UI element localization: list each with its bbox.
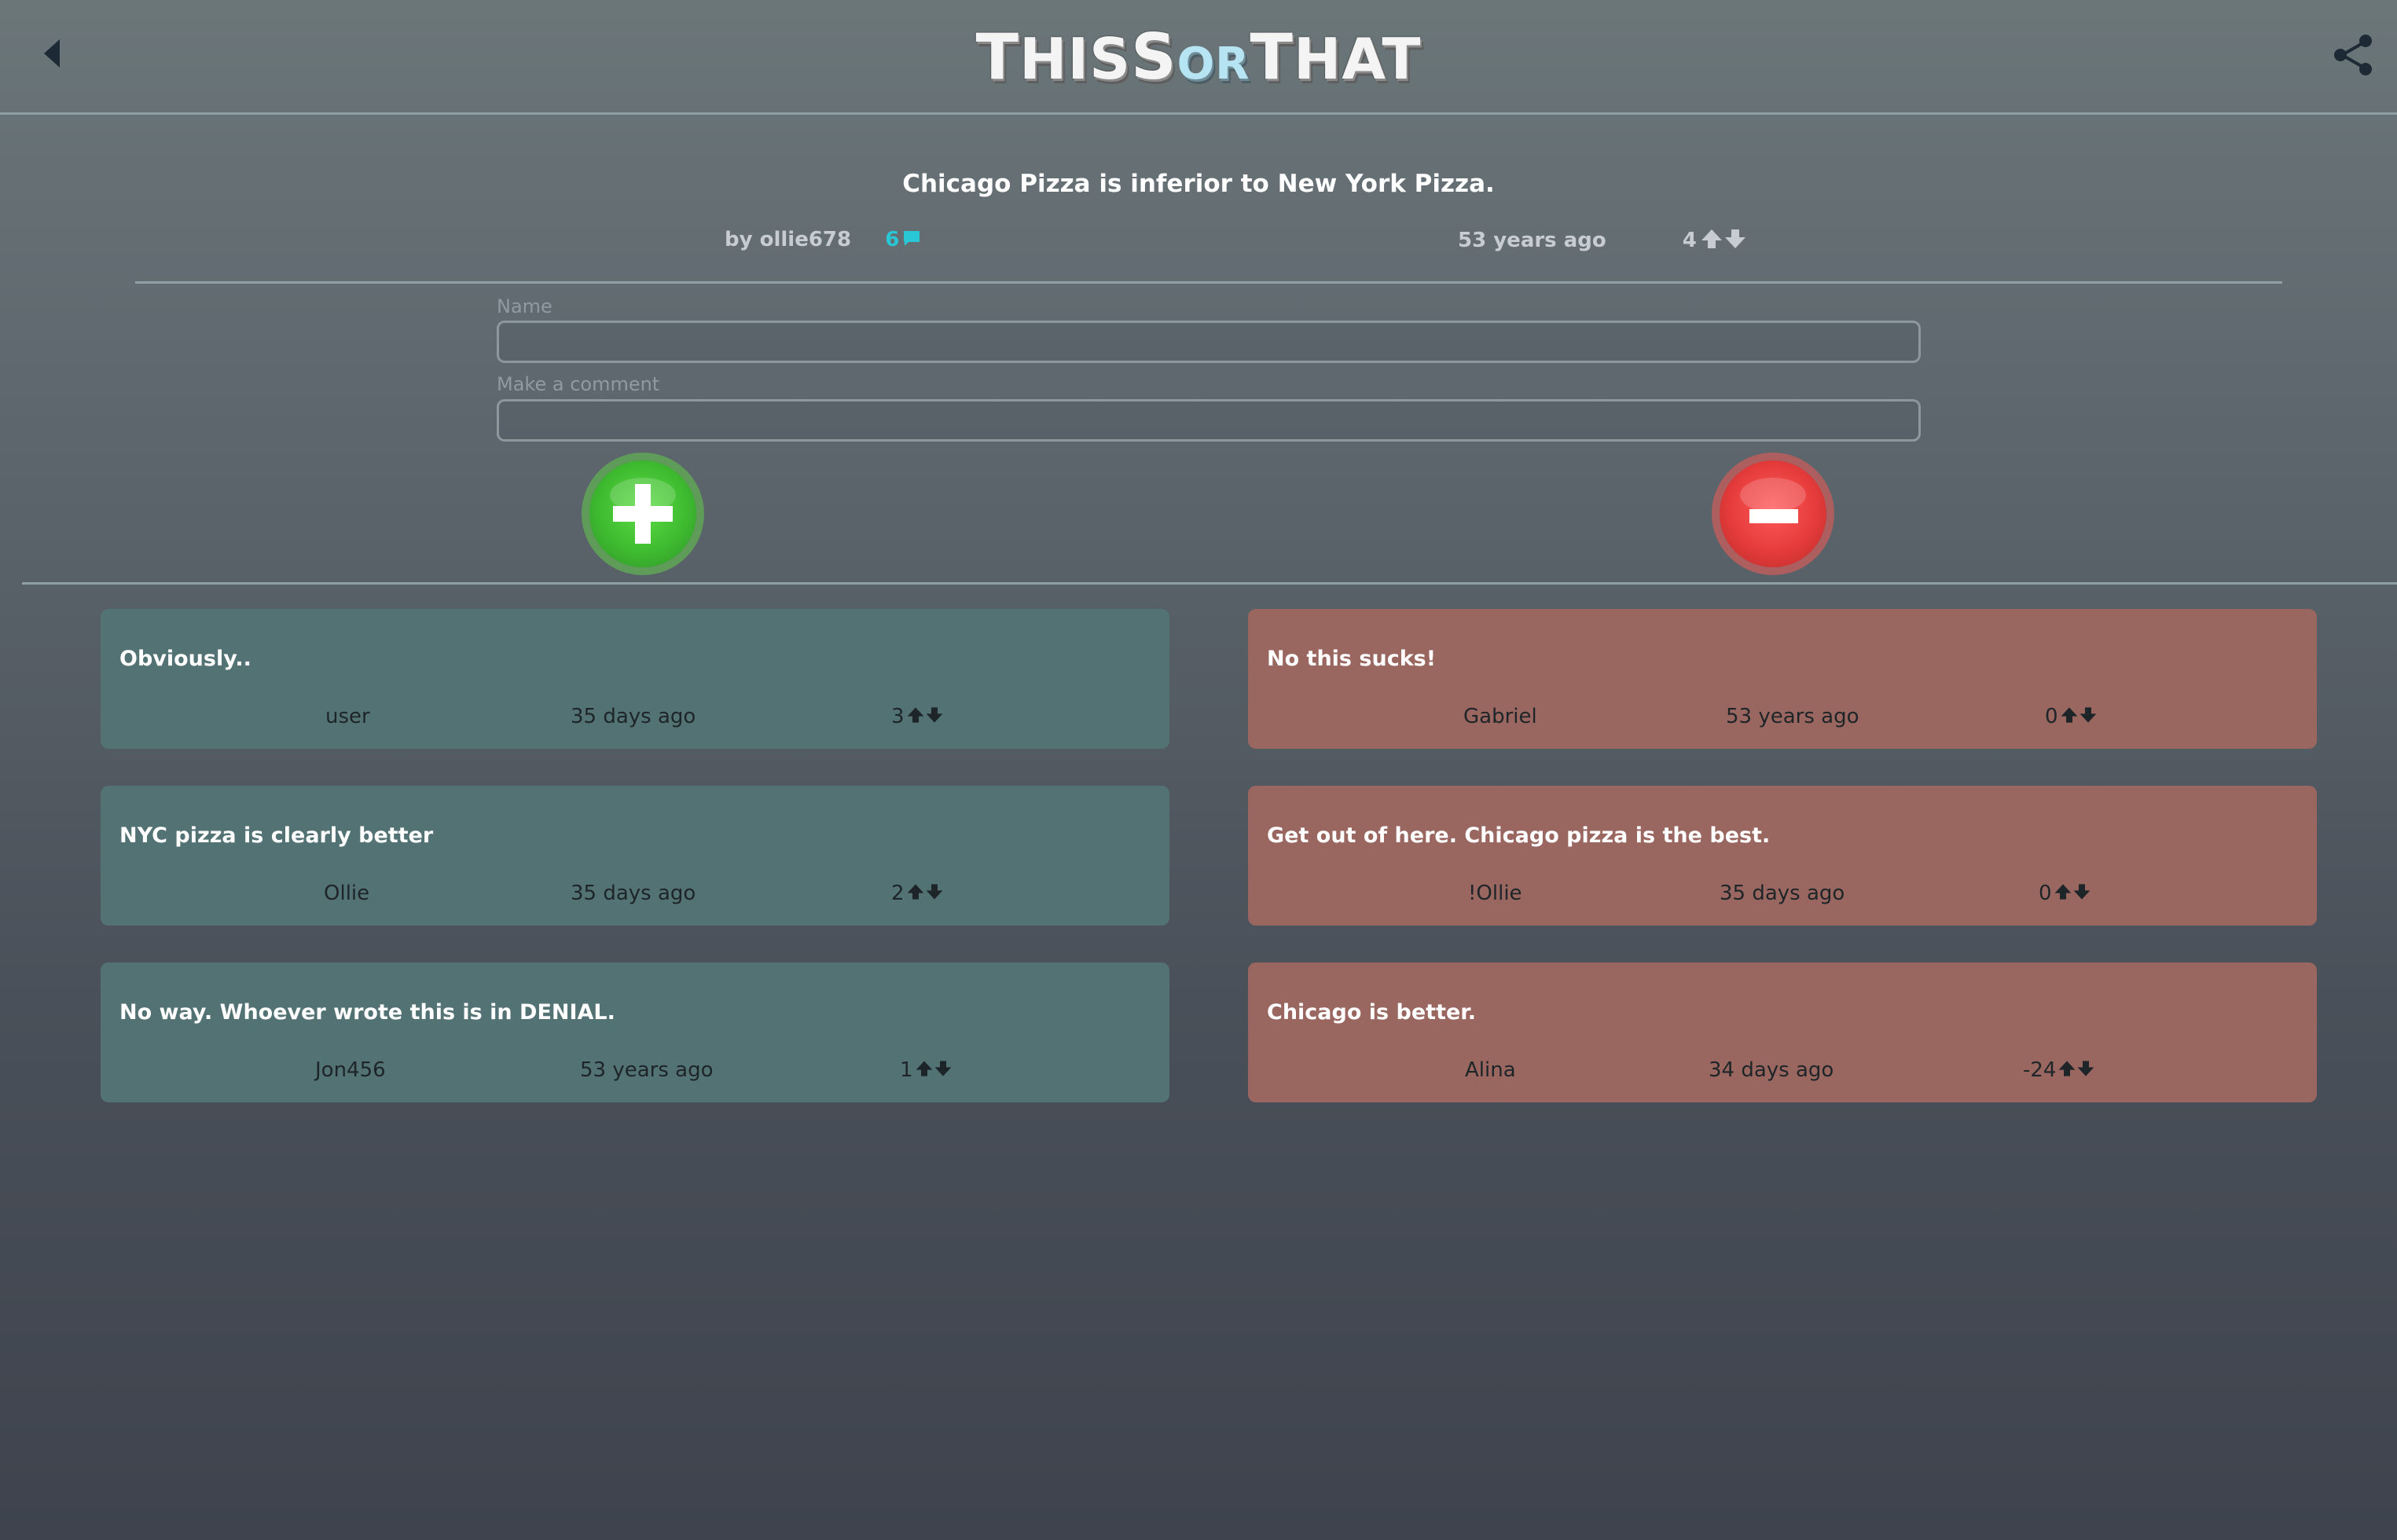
name-label: Name: [497, 295, 552, 317]
comment-votes: 3: [891, 705, 944, 730]
divider: [135, 281, 2282, 284]
agree-button[interactable]: [589, 460, 696, 567]
comment-score: 1: [900, 1058, 913, 1082]
comment-score: 0: [2039, 882, 2052, 905]
con-comment-card: Get out of here. Chicago pizza is the be…: [1248, 786, 2317, 926]
comment-time: 53 years ago: [1726, 705, 1859, 728]
con-comment-card: Chicago is better. Alina 34 days ago -24: [1248, 962, 2317, 1102]
con-comment-card: No this sucks! Gabriel 53 years ago 0: [1248, 609, 2317, 749]
post-meta-right: 53 years ago 4: [1458, 228, 1747, 255]
downvote-arrow-icon[interactable]: [925, 882, 944, 901]
post-votes: 4: [1683, 229, 1747, 252]
minus-icon: [1740, 478, 1806, 523]
comment-time: 35 days ago: [571, 882, 696, 905]
divider: [22, 582, 2397, 585]
comment-text: NYC pizza is clearly better: [119, 823, 434, 848]
app-logo[interactable]: THISSORTHAT: [0, 20, 2397, 94]
disagree-button[interactable]: [1720, 460, 1826, 567]
comment-author[interactable]: user: [325, 705, 370, 728]
upvote-arrow-icon[interactable]: [2054, 882, 2072, 901]
upvote-arrow-icon[interactable]: [906, 706, 925, 724]
comment-text: No this sucks!: [1267, 647, 1437, 671]
downvote-arrow-icon[interactable]: [925, 706, 944, 724]
comment-input[interactable]: [497, 399, 1921, 442]
post-time: 53 years ago: [1458, 229, 1606, 252]
upvote-arrow-icon[interactable]: [915, 1059, 934, 1078]
comment-time: 53 years ago: [580, 1058, 714, 1082]
comment-votes: 2: [891, 882, 944, 907]
comment-score: -24: [2023, 1058, 2057, 1082]
comment-author[interactable]: Alina: [1465, 1058, 1516, 1082]
downvote-arrow-icon[interactable]: [2079, 706, 2098, 724]
comment-votes: 0: [2039, 882, 2091, 907]
upvote-arrow-icon[interactable]: [1700, 228, 1723, 250]
name-input[interactable]: [497, 321, 1921, 363]
comment-time: 35 days ago: [1720, 882, 1845, 905]
comment-time: 35 days ago: [571, 705, 696, 728]
comment-votes: -24: [2023, 1058, 2095, 1084]
downvote-arrow-icon[interactable]: [1723, 228, 1747, 250]
pro-comment-card: NYC pizza is clearly better Ollie 35 day…: [101, 786, 1169, 926]
comment-text: Chicago is better.: [1267, 1000, 1477, 1025]
comment-time: 34 days ago: [1709, 1058, 1834, 1082]
comment-text: Get out of here. Chicago pizza is the be…: [1267, 823, 1771, 848]
comment-author[interactable]: Ollie: [324, 882, 369, 905]
pro-comment-card: No way. Whoever wrote this is in DENIAL.…: [101, 962, 1169, 1102]
comment-votes: 1: [900, 1058, 953, 1084]
post-score: 4: [1682, 229, 1697, 252]
downvote-arrow-icon[interactable]: [934, 1059, 953, 1078]
comment-count[interactable]: 6: [885, 228, 921, 251]
pro-comment-card: Obviously.. user 35 days ago 3: [101, 609, 1169, 749]
comment-text: No way. Whoever wrote this is in DENIAL.: [119, 1000, 615, 1025]
post-author[interactable]: by ollie678: [725, 228, 851, 251]
upvote-arrow-icon[interactable]: [2060, 706, 2079, 724]
upvote-arrow-icon[interactable]: [906, 882, 925, 901]
comment-text: Obviously..: [119, 647, 251, 671]
comment-icon: [904, 231, 920, 246]
comment-score: 0: [2045, 705, 2058, 728]
share-button[interactable]: [2331, 33, 2375, 77]
comment-score: 2: [891, 882, 905, 905]
comment-author[interactable]: Jon456: [315, 1058, 386, 1082]
plus-icon: [610, 478, 676, 544]
upvote-arrow-icon[interactable]: [2057, 1059, 2076, 1078]
downvote-arrow-icon[interactable]: [2072, 882, 2091, 901]
top-bar: THISSORTHAT: [0, 0, 2397, 115]
share-icon: [2334, 35, 2372, 75]
post-title: Chicago Pizza is inferior to New York Pi…: [902, 170, 1495, 198]
comment-score: 3: [891, 705, 905, 728]
comment-author[interactable]: Gabriel: [1463, 705, 1537, 728]
comment-votes: 0: [2045, 705, 2098, 730]
comment-author[interactable]: !Ollie: [1468, 882, 1522, 905]
comment-label: Make a comment: [497, 373, 660, 395]
post-meta-left: by ollie678 6: [725, 228, 921, 251]
downvote-arrow-icon[interactable]: [2076, 1059, 2095, 1078]
